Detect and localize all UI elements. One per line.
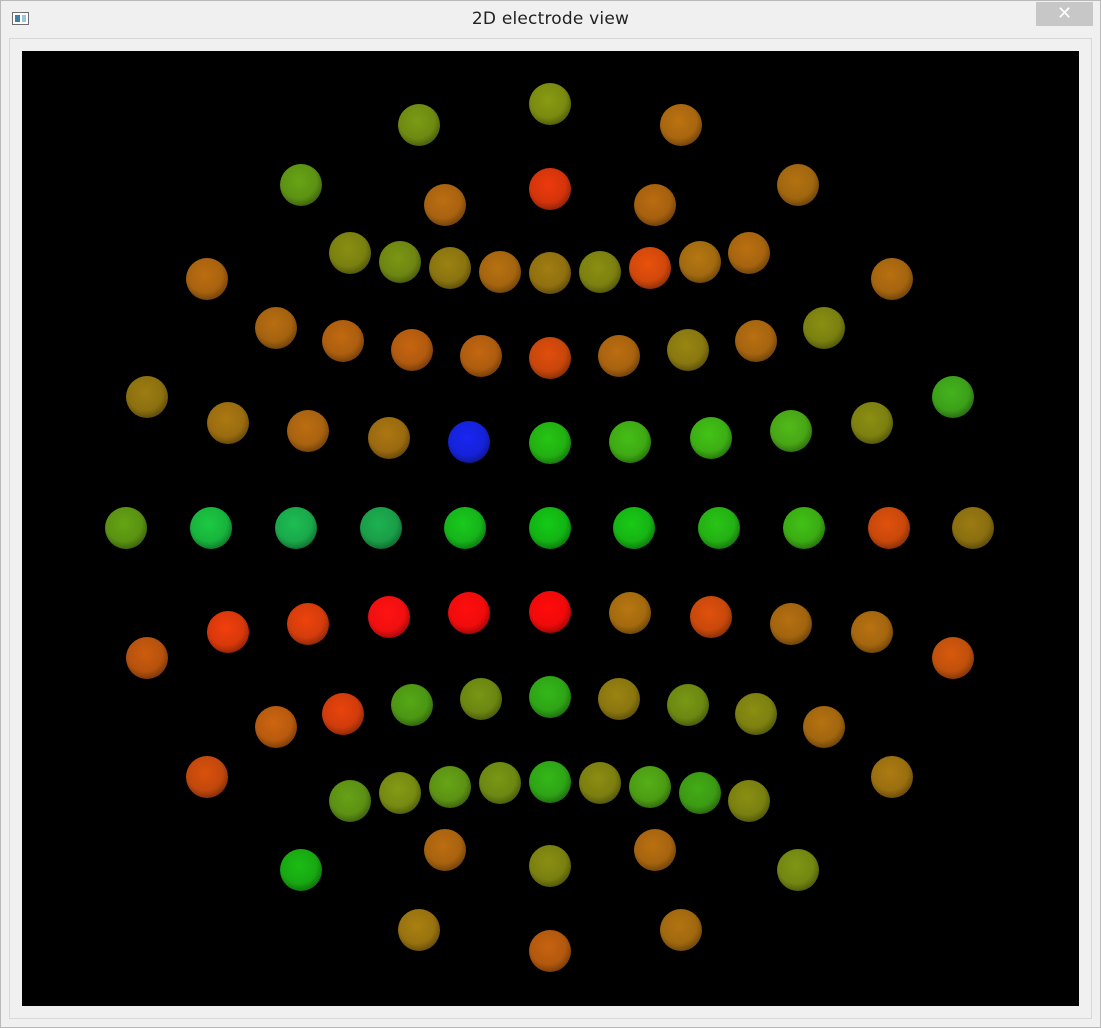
electrode-56[interactable] — [529, 591, 571, 633]
electrode-4[interactable] — [280, 164, 322, 206]
electrode-47[interactable] — [698, 507, 740, 549]
electrode-15[interactable] — [579, 251, 621, 293]
electrode-48[interactable] — [783, 507, 825, 549]
electrode-62[interactable] — [255, 706, 297, 748]
electrode-77[interactable] — [579, 762, 621, 804]
electrode-27[interactable] — [735, 320, 777, 362]
electrode-35[interactable] — [529, 422, 571, 464]
electrode-85[interactable] — [280, 849, 322, 891]
electrode-53[interactable] — [287, 603, 329, 645]
electrode-42[interactable] — [275, 507, 317, 549]
electrode-45[interactable] — [529, 507, 571, 549]
electrode-28[interactable] — [803, 307, 845, 349]
electrode-2[interactable] — [398, 104, 440, 146]
electrode-81[interactable] — [871, 756, 913, 798]
electrode-30[interactable] — [932, 376, 974, 418]
electrode-78[interactable] — [629, 766, 671, 808]
electrode-12[interactable] — [429, 247, 471, 289]
electrode-6[interactable] — [424, 184, 466, 226]
electrode-34[interactable] — [448, 421, 490, 463]
electrode-89[interactable] — [660, 909, 702, 951]
electrode-11[interactable] — [379, 241, 421, 283]
electrode-65[interactable] — [460, 678, 502, 720]
electrode-73[interactable] — [379, 772, 421, 814]
electrode-63[interactable] — [322, 693, 364, 735]
electrode-13[interactable] — [479, 251, 521, 293]
electrode-39[interactable] — [851, 402, 893, 444]
electrode-24[interactable] — [529, 337, 571, 379]
electrode-84[interactable] — [634, 829, 676, 871]
electrode-67[interactable] — [598, 678, 640, 720]
electrode-82[interactable] — [424, 829, 466, 871]
electrode-87[interactable] — [398, 909, 440, 951]
electrode-14[interactable] — [529, 252, 571, 294]
electrode-86[interactable] — [777, 849, 819, 891]
electrode-16[interactable] — [629, 247, 671, 289]
electrode-58[interactable] — [690, 596, 732, 638]
electrode-map[interactable] — [22, 51, 1079, 1006]
electrode-46[interactable] — [613, 507, 655, 549]
electrode-60[interactable] — [851, 611, 893, 653]
electrode-25[interactable] — [598, 335, 640, 377]
electrode-31[interactable] — [207, 402, 249, 444]
window-title: 2D electrode view — [471, 9, 630, 29]
close-icon: ✕ — [1056, 3, 1073, 24]
electrode-18[interactable] — [728, 232, 770, 274]
electrode-23[interactable] — [460, 335, 502, 377]
electrode-49[interactable] — [868, 507, 910, 549]
electrode-52[interactable] — [207, 611, 249, 653]
electrode-83[interactable] — [529, 845, 571, 887]
electrode-10[interactable] — [329, 232, 371, 274]
electrode-41[interactable] — [190, 507, 232, 549]
electrode-71[interactable] — [186, 756, 228, 798]
electrode-80[interactable] — [728, 780, 770, 822]
electrode-59[interactable] — [770, 603, 812, 645]
electrode-51[interactable] — [126, 637, 168, 679]
electrode-33[interactable] — [368, 417, 410, 459]
electrode-54[interactable] — [368, 596, 410, 638]
electrode-72[interactable] — [329, 780, 371, 822]
electrode-3[interactable] — [660, 104, 702, 146]
electrode-22[interactable] — [391, 329, 433, 371]
electrode-37[interactable] — [690, 417, 732, 459]
electrode-76[interactable] — [529, 761, 571, 803]
electrode-79[interactable] — [679, 772, 721, 814]
electrode-1[interactable] — [529, 83, 571, 125]
electrode-19[interactable] — [871, 258, 913, 300]
electrode-40[interactable] — [105, 507, 147, 549]
electrode-view-canvas[interactable] — [22, 51, 1079, 1006]
electrode-70[interactable] — [803, 706, 845, 748]
electrode-50[interactable] — [952, 507, 994, 549]
electrode-21[interactable] — [322, 320, 364, 362]
electrode-88[interactable] — [529, 930, 571, 972]
electrode-66[interactable] — [529, 676, 571, 718]
electrode-17[interactable] — [679, 241, 721, 283]
electrode-75[interactable] — [479, 762, 521, 804]
electrode-43[interactable] — [360, 507, 402, 549]
electrode-7[interactable] — [529, 168, 571, 210]
electrode-69[interactable] — [735, 693, 777, 735]
title-bar[interactable]: 2D electrode view ✕ — [1, 1, 1100, 38]
electrode-64[interactable] — [391, 684, 433, 726]
electrode-68[interactable] — [667, 684, 709, 726]
electrode-8[interactable] — [634, 184, 676, 226]
electrode-29[interactable] — [126, 376, 168, 418]
electrode-38[interactable] — [770, 410, 812, 452]
electrode-57[interactable] — [609, 592, 651, 634]
electrode-5[interactable] — [777, 164, 819, 206]
electrode-61[interactable] — [932, 637, 974, 679]
electrode-36[interactable] — [609, 421, 651, 463]
electrode-26[interactable] — [667, 329, 709, 371]
electrode-74[interactable] — [429, 766, 471, 808]
electrode-32[interactable] — [287, 410, 329, 452]
close-button[interactable]: ✕ — [1036, 2, 1093, 26]
electrode-9[interactable] — [186, 258, 228, 300]
electrode-44[interactable] — [444, 507, 486, 549]
electrode-55[interactable] — [448, 592, 490, 634]
electrode-20[interactable] — [255, 307, 297, 349]
